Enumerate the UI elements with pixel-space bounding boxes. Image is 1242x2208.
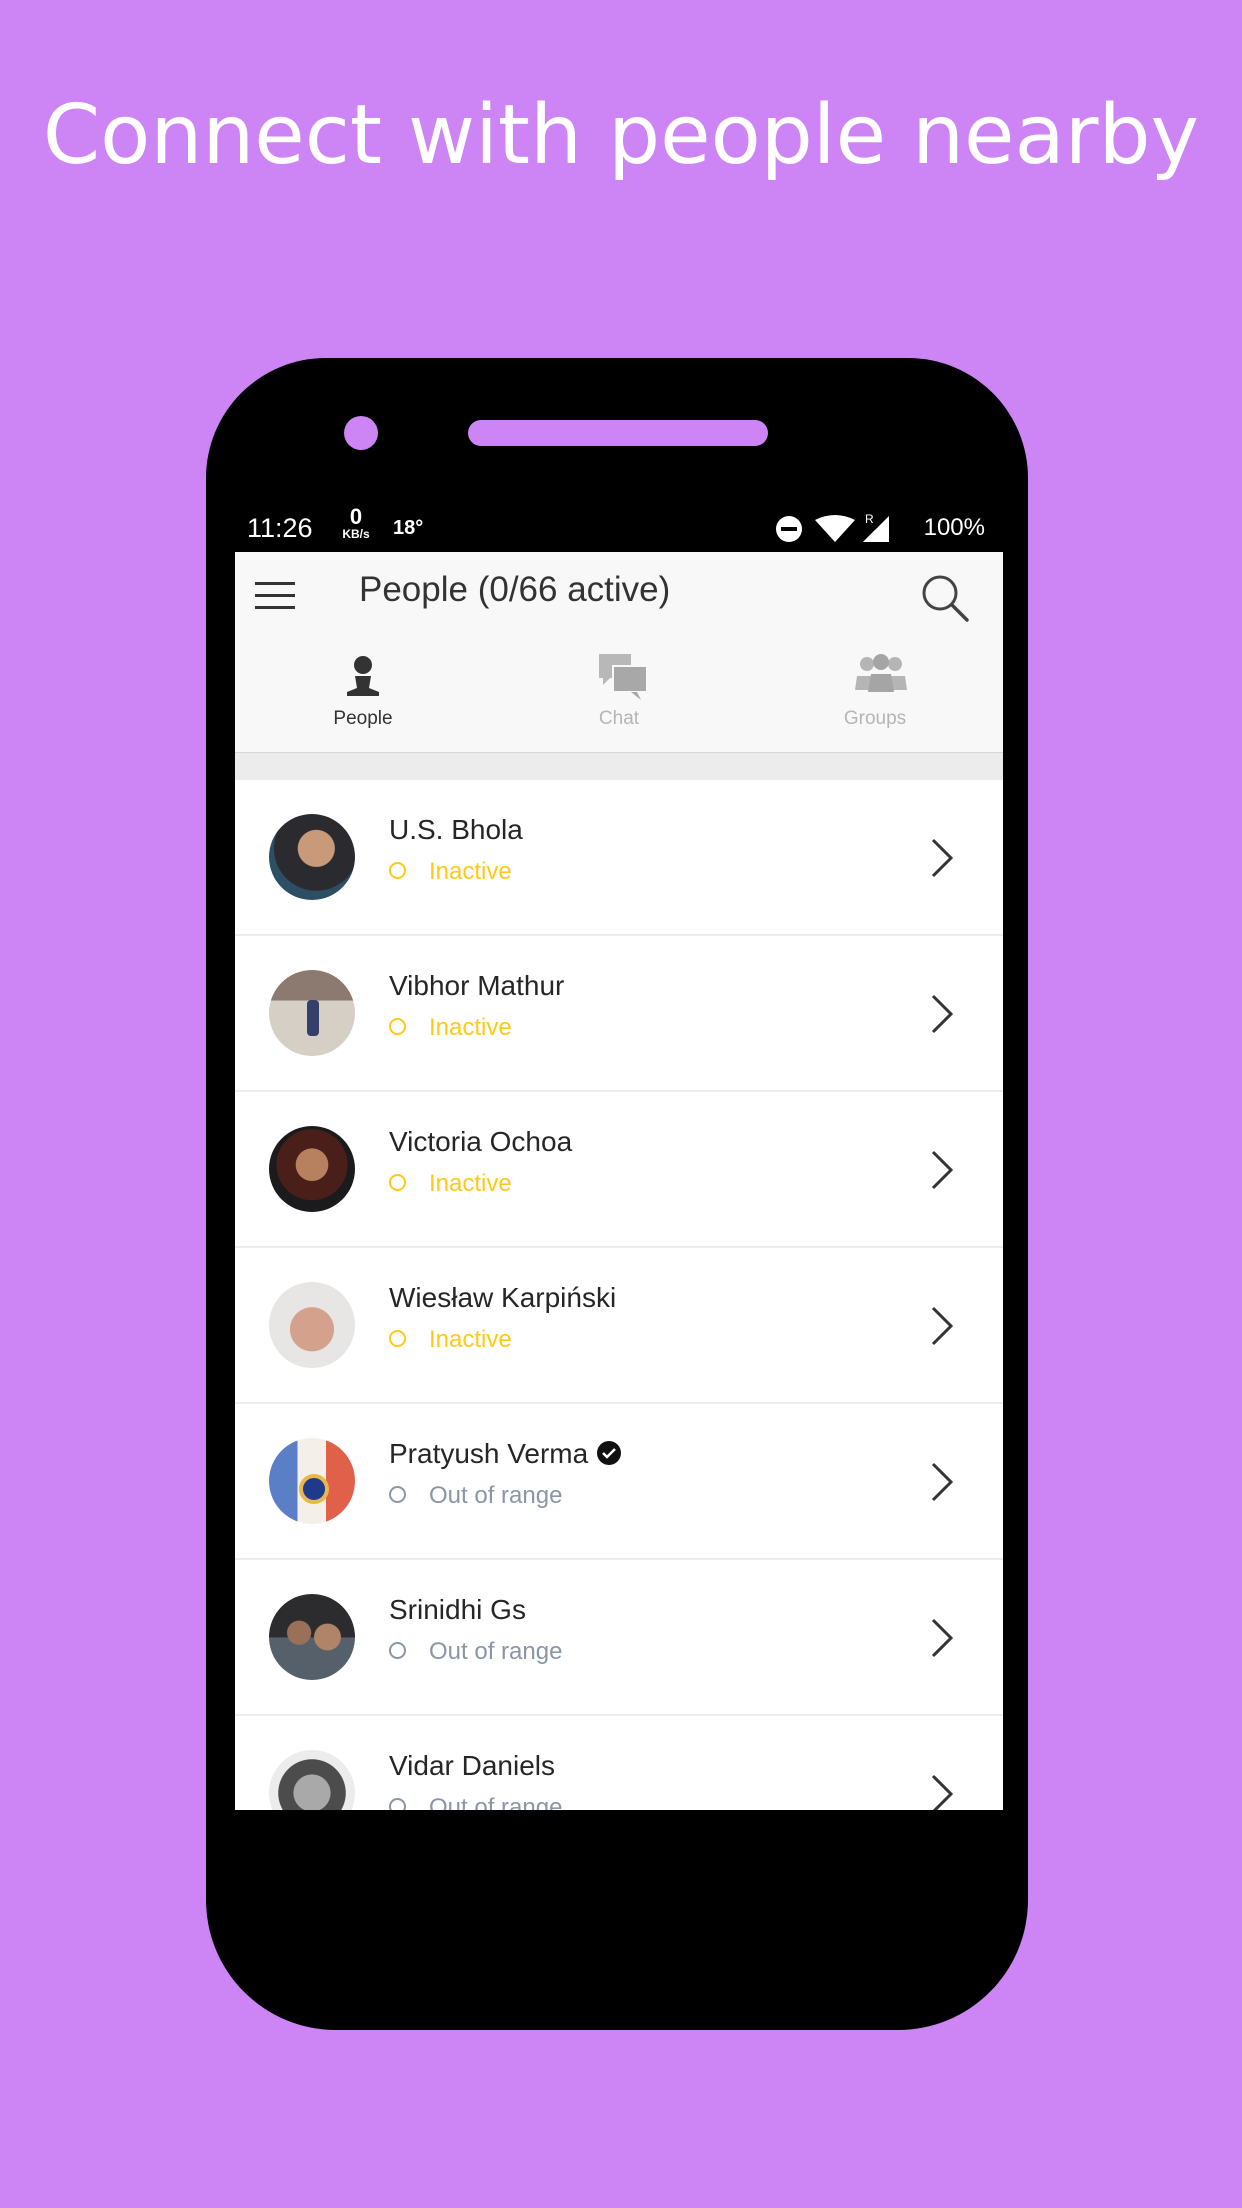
status-text: Out of range <box>429 1794 563 1810</box>
avatar <box>269 814 355 900</box>
status-text: Inactive <box>429 1326 512 1353</box>
chevron-right-icon[interactable] <box>927 1148 957 1192</box>
tab-people[interactable]: People <box>235 644 491 752</box>
person-name: Srinidhi Gs <box>389 1594 526 1625</box>
tab-people-label: People <box>333 708 393 729</box>
list-item[interactable]: Vidar Daniels Out of range <box>235 1716 1003 1810</box>
status-dot-icon <box>389 862 406 879</box>
do-not-disturb-icon <box>776 516 802 542</box>
battery-percent: 100% <box>923 514 985 541</box>
list-item[interactable]: Vibhor Mathur Inactive <box>235 936 1003 1090</box>
tab-chat-label: Chat <box>598 708 640 729</box>
status-text: Inactive <box>429 1170 512 1197</box>
avatar <box>269 1282 355 1368</box>
avatar <box>269 1126 355 1212</box>
network-speed: 0 KB/s <box>338 504 374 541</box>
avatar <box>269 1438 355 1524</box>
phone-frame: 11:26 0 KB/s 18° R 100% People (0/66 act… <box>206 358 1028 2030</box>
list-item[interactable]: Wiesław Karpiński Inactive <box>235 1248 1003 1402</box>
status-text: Out of range <box>429 1638 563 1665</box>
menu-icon[interactable] <box>255 582 295 616</box>
person-name: Wiesław Karpiński <box>389 1282 617 1313</box>
tab-bar: People Chat Groups <box>235 644 1003 844</box>
chevron-right-icon[interactable] <box>927 1460 957 1504</box>
chevron-right-icon[interactable] <box>927 836 957 880</box>
person-name: Pratyush Verma <box>389 1438 622 1470</box>
person-name: Vidar Daniels <box>389 1750 556 1781</box>
chevron-right-icon[interactable] <box>927 1772 957 1810</box>
wifi-icon <box>815 515 855 542</box>
person-icon <box>347 656 379 696</box>
headline: Connect with people nearby <box>42 88 1200 183</box>
list-item[interactable]: Srinidhi Gs Out of range <box>235 1560 1003 1714</box>
chevron-right-icon[interactable] <box>927 1304 957 1348</box>
avatar <box>269 1594 355 1680</box>
app-bar: People (0/66 active) People Chat Groups <box>235 552 1003 844</box>
status-dot-icon <box>389 1330 406 1347</box>
status-dot-icon <box>389 1174 406 1191</box>
phone-camera <box>344 416 378 450</box>
status-bar: 11:26 0 KB/s 18° R 100% <box>235 502 1003 552</box>
tab-groups-label: Groups <box>843 708 907 729</box>
avatar <box>269 970 355 1056</box>
tab-groups[interactable]: Groups <box>747 644 1003 752</box>
status-dot-icon <box>389 1018 406 1035</box>
list-item[interactable]: Pratyush Verma Out of range <box>235 1404 1003 1558</box>
chevron-right-icon[interactable] <box>927 1616 957 1660</box>
status-temperature: 18° <box>393 517 424 539</box>
status-text: Out of range <box>429 1482 563 1509</box>
list-item[interactable]: U.S. Bhola Inactive <box>235 780 1003 934</box>
out-of-range-icon <box>389 1486 406 1503</box>
phone-screen: 11:26 0 KB/s 18° R 100% People (0/66 act… <box>235 502 1003 1810</box>
people-list: U.S. Bhola Inactive Vibhor Mathur Inacti… <box>235 780 1003 1810</box>
avatar <box>269 1750 355 1810</box>
verified-badge-icon <box>597 1441 622 1465</box>
network-speed-value: 0 <box>349 504 363 529</box>
search-icon[interactable] <box>919 572 971 624</box>
status-text: Inactive <box>429 1014 512 1041</box>
tab-chat[interactable]: Chat <box>491 644 747 752</box>
phone-speaker <box>468 420 768 446</box>
person-name: U.S. Bhola <box>389 814 523 845</box>
status-text: Inactive <box>429 858 512 885</box>
person-name: Victoria Ochoa <box>389 1126 573 1157</box>
chevron-right-icon[interactable] <box>927 992 957 1036</box>
chat-icon <box>599 654 648 700</box>
group-icon <box>855 654 907 692</box>
status-time: 11:26 <box>247 513 313 543</box>
person-name: Vibhor Mathur <box>389 970 565 1001</box>
out-of-range-icon <box>389 1798 406 1810</box>
person-name-text: Pratyush Verma <box>389 1438 589 1469</box>
roaming-indicator: R <box>865 512 874 526</box>
network-speed-unit: KB/s <box>342 527 370 541</box>
list-item[interactable]: Victoria Ochoa Inactive <box>235 1092 1003 1246</box>
page-title: People (0/66 active) <box>359 570 671 609</box>
out-of-range-icon <box>389 1642 406 1659</box>
status-icons: R <box>776 512 889 542</box>
